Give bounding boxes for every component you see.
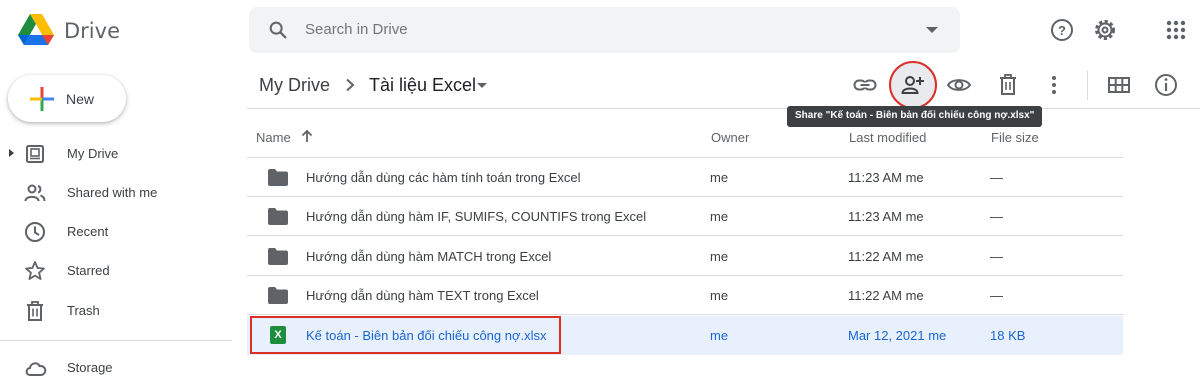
table-row[interactable]: Hướng dẫn dùng hàm IF, SUMIFS, COUNTIFS …	[247, 197, 1123, 236]
top-bar: Drive ?	[0, 0, 1200, 62]
file-last-modified: 11:22 AM me	[848, 249, 924, 264]
preview-icon[interactable]	[946, 72, 972, 98]
folder-icon	[268, 208, 288, 225]
more-icon[interactable]	[1041, 72, 1067, 98]
file-size: —	[990, 170, 1003, 185]
grid-view-icon[interactable]	[1106, 72, 1132, 98]
settings-icon[interactable]	[1092, 17, 1118, 43]
table-row[interactable]: Hướng dẫn dùng hàm MATCH trong Excel me …	[247, 237, 1123, 276]
chevron-right-icon	[346, 78, 355, 92]
sidebar-divider	[0, 340, 232, 341]
plus-icon	[30, 87, 54, 111]
clock-icon	[25, 222, 45, 242]
apps-grid-icon[interactable]	[1163, 17, 1189, 43]
folder-icon	[268, 169, 288, 186]
sidebar-item-shared-with-me[interactable]: Shared with me	[0, 177, 230, 209]
trash-icon[interactable]	[995, 72, 1021, 98]
toolbar-separator	[1087, 70, 1088, 100]
table-row[interactable]: Hướng dẫn dùng hàm TEXT trong Excel me 1…	[247, 276, 1123, 315]
new-button[interactable]: New	[8, 75, 126, 122]
breadcrumb-current[interactable]: Tài liệu Excel	[369, 75, 476, 96]
file-owner: me	[710, 249, 729, 264]
file-owner: me	[710, 288, 729, 303]
file-name[interactable]: Hướng dẫn dùng các hàm tính toán trong E…	[306, 170, 581, 185]
sidebar-item-my-drive[interactable]: My Drive	[0, 138, 230, 170]
drive-logo-icon[interactable]	[18, 14, 54, 46]
file-name[interactable]: Hướng dẫn dùng hàm TEXT trong Excel	[306, 288, 539, 303]
file-name[interactable]: Hướng dẫn dùng hàm IF, SUMIFS, COUNTIFS …	[306, 209, 646, 224]
info-icon[interactable]	[1153, 72, 1179, 98]
sidebar-item-label: Recent	[67, 224, 109, 239]
toolbar-divider	[247, 108, 1200, 109]
app-name[interactable]: Drive	[64, 19, 120, 43]
file-owner: me	[710, 209, 729, 224]
search-bar[interactable]	[249, 7, 960, 53]
sidebar-item-storage[interactable]: Storage	[0, 352, 230, 384]
sidebar-item-label: Shared with me	[67, 185, 158, 200]
column-header-name[interactable]: Name	[256, 130, 291, 145]
sidebar-item-recent[interactable]: Recent	[0, 216, 230, 248]
chevron-down-icon[interactable]	[477, 83, 487, 88]
file-size: —	[990, 249, 1003, 264]
svg-text:?: ?	[1058, 23, 1066, 38]
file-last-modified: 11:23 AM me	[848, 209, 924, 224]
column-header-last-modified[interactable]: Last modified	[849, 130, 926, 145]
file-last-modified: Mar 12, 2021 me	[848, 328, 947, 343]
highlight-box	[250, 316, 561, 354]
table-row[interactable]: Hướng dẫn dùng các hàm tính toán trong E…	[247, 158, 1123, 197]
folder-icon	[268, 287, 288, 304]
column-header-owner: Owner	[711, 130, 750, 145]
sidebar-item-label: My Drive	[67, 146, 119, 161]
sidebar-item-label: Storage	[67, 360, 113, 375]
column-header-file-size[interactable]: File size	[991, 130, 1039, 145]
file-size: 18 KB	[990, 328, 1026, 343]
breadcrumb-root[interactable]: My Drive	[259, 75, 330, 96]
file-name[interactable]: Hướng dẫn dùng hàm MATCH trong Excel	[306, 249, 551, 264]
file-size: —	[990, 209, 1003, 224]
help-icon[interactable]: ?	[1049, 17, 1075, 43]
expand-caret-icon[interactable]	[9, 149, 14, 157]
shared-icon	[24, 184, 46, 202]
sort-arrow-up-icon[interactable]	[300, 129, 314, 143]
search-options-icon[interactable]	[926, 27, 938, 33]
file-owner: me	[710, 328, 729, 343]
file-owner: me	[710, 170, 729, 185]
folder-icon	[268, 248, 288, 265]
search-input[interactable]	[305, 21, 865, 38]
my-drive-icon	[26, 145, 44, 163]
new-button-label: New	[66, 91, 95, 107]
star-icon	[25, 261, 45, 280]
sidebar-item-trash[interactable]: Trash	[0, 295, 230, 327]
sidebar-item-starred[interactable]: Starred	[0, 255, 230, 287]
sidebar-item-label: Trash	[67, 303, 100, 318]
file-last-modified: 11:22 AM me	[848, 288, 924, 303]
file-size: —	[990, 288, 1003, 303]
link-icon[interactable]	[852, 72, 878, 98]
trash-icon	[27, 301, 43, 321]
share-icon[interactable]	[900, 72, 926, 98]
cloud-icon	[25, 362, 47, 376]
sidebar-item-label: Starred	[67, 263, 110, 278]
file-last-modified: 11:23 AM me	[848, 170, 924, 185]
search-icon[interactable]	[267, 19, 289, 41]
file-table-header: Name Owner Last modified File size	[247, 118, 1123, 158]
